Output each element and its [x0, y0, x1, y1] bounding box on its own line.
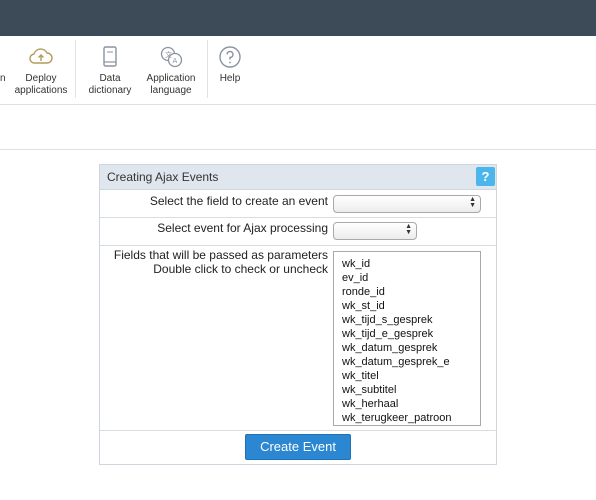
panel-header: Creating Ajax Events ?: [100, 165, 496, 190]
cloud-upload-icon: [29, 48, 53, 64]
list-item[interactable]: wk_tijd_s_gesprek: [342, 313, 480, 327]
select-arrows-icon: ▲ ▼: [405, 223, 412, 236]
application-language-button[interactable]: 文 A Application language: [140, 36, 202, 104]
field-select[interactable]: ▲ ▼: [333, 195, 481, 213]
data-dictionary-label-line2: dictionary: [88, 85, 132, 96]
main-toolbar: n Deploy applications Data dictionary 文 …: [0, 36, 596, 105]
help-button[interactable]: Help: [212, 36, 248, 104]
toolbar-partial-item[interactable]: n: [0, 36, 6, 104]
app-language-label-line1: Application: [146, 73, 196, 84]
create-event-button[interactable]: Create Event: [245, 434, 351, 460]
list-item[interactable]: wk_subtitel: [342, 383, 480, 397]
panel-help-button[interactable]: ?: [476, 167, 495, 186]
list-item[interactable]: wk_st_id: [342, 299, 480, 313]
translate-icon: 文 A: [160, 46, 183, 68]
select-arrows-icon: ▲ ▼: [469, 196, 476, 209]
help-label: Help: [219, 73, 241, 84]
list-item[interactable]: ev_id: [342, 271, 480, 285]
data-dictionary-label-line1: Data: [99, 73, 121, 84]
secondary-bar: [0, 105, 596, 150]
event-select[interactable]: ▲ ▼: [333, 222, 417, 240]
deploy-label-line2: applications: [14, 85, 68, 96]
field-select-label: Select the field to create an event: [149, 194, 328, 208]
deploy-applications-button[interactable]: Deploy applications: [10, 36, 72, 104]
list-item[interactable]: wk_id: [342, 257, 480, 271]
params-listbox[interactable]: wk_id ev_id ronde_id wk_st_id wk_tijd_s_…: [333, 251, 481, 426]
toolbar-divider: [207, 40, 208, 98]
list-item[interactable]: ronde_id: [342, 285, 480, 299]
toolbar-partial-label: n: [0, 73, 6, 84]
question-circle-icon: [219, 46, 241, 68]
svg-text:文: 文: [165, 50, 172, 59]
deploy-label-line1: Deploy: [25, 73, 57, 84]
top-header-bar: [0, 0, 596, 36]
list-item[interactable]: wk_datum_gesprek: [342, 341, 480, 355]
svg-text:A: A: [173, 57, 178, 65]
toolbar-divider: [75, 40, 76, 98]
params-label-line2: Double click to check or uncheck: [153, 262, 328, 276]
list-item[interactable]: wk_datum_gesprek_e: [342, 355, 480, 369]
list-item[interactable]: wk_terugkeer_patroon: [342, 411, 480, 425]
book-icon: [103, 46, 117, 67]
list-item[interactable]: wk_tijd_e_gesprek: [342, 327, 480, 341]
params-label-line1: Fields that will be passed as parameters: [113, 248, 328, 262]
event-select-row: Select event for Ajax processing ▲ ▼: [100, 218, 496, 246]
list-item[interactable]: wk_titel: [342, 369, 480, 383]
field-select-row: Select the field to create an event ▲ ▼: [100, 190, 496, 218]
panel-title: Creating Ajax Events: [107, 170, 219, 184]
data-dictionary-button[interactable]: Data dictionary: [82, 36, 138, 104]
app-language-label-line2: language: [150, 85, 192, 96]
event-select-label: Select event for Ajax processing: [157, 221, 328, 235]
ajax-events-panel: Creating Ajax Events ? Select the field …: [99, 164, 497, 465]
list-item[interactable]: wk_herhaal: [342, 397, 480, 411]
